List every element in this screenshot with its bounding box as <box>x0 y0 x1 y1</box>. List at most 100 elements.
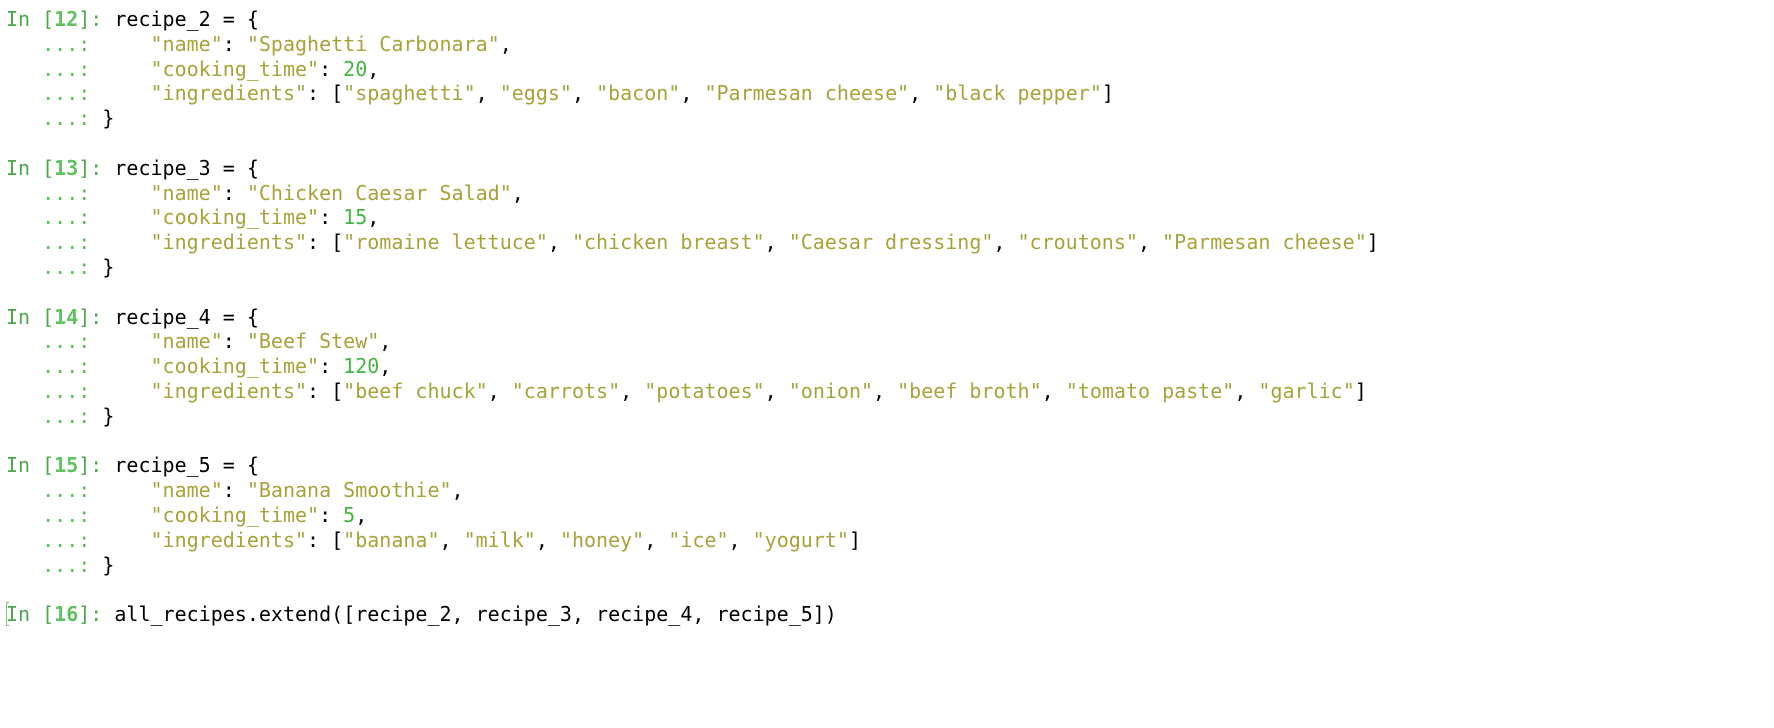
string-literal: "croutons" <box>1017 230 1138 255</box>
prompt-label: In [ <box>6 453 55 478</box>
input-cell[interactable]: In [15]: recipe_5 = { ...: "name": "Bana… <box>6 453 1379 577</box>
punctuation: , <box>1137 230 1163 255</box>
input-cell[interactable]: In [12]: recipe_2 = { ...: "name": "Spag… <box>6 7 1379 131</box>
code-line: ...: } <box>6 553 1379 578</box>
continuation-prompt: ...: <box>6 378 103 403</box>
continuation-prompt: ...: <box>6 502 103 527</box>
string-literal: "Parmesan cheese" <box>1162 230 1367 255</box>
code-line: ...: "ingredients": ["spaghetti", "eggs"… <box>6 81 1379 106</box>
code-text: recipe_3 = { <box>114 155 259 180</box>
punctuation: , <box>680 81 705 106</box>
prompt-close: ]: <box>78 453 115 478</box>
punctuation: : [ <box>307 378 344 403</box>
string-literal: "chicken breast" <box>571 230 765 255</box>
continuation-prompt: ...: <box>6 329 103 354</box>
prompt-number: 16 <box>54 602 79 627</box>
punctuation: , <box>535 527 560 552</box>
number-literal: 5 <box>343 502 356 527</box>
punctuation: , <box>644 527 669 552</box>
input-cell[interactable]: In [16]: all_recipes.extend([recipe_2, r… <box>6 602 1379 627</box>
code-line: ...: "name": "Banana Smoothie", <box>6 478 1379 503</box>
punctuation: , <box>909 81 934 106</box>
punctuation: , <box>499 31 512 56</box>
string-literal: "spaghetti" <box>343 81 476 106</box>
punctuation: , <box>571 81 597 106</box>
punctuation: : [ <box>307 527 344 552</box>
continuation-prompt: ...: <box>6 254 103 279</box>
string-literal: "black pepper" <box>933 81 1102 106</box>
punctuation: , <box>993 230 1018 255</box>
code-line: ...: "name": "Spaghetti Carbonara", <box>6 32 1379 57</box>
prompt-label: In [ <box>6 602 55 627</box>
prompt-label: In [ <box>6 304 55 329</box>
punctuation: : <box>319 354 344 379</box>
punctuation: , <box>873 378 898 403</box>
code-line: ...: } <box>6 255 1379 280</box>
string-literal: "banana" <box>343 527 440 552</box>
code-text: all_recipes.extend([recipe_2, recipe_3, … <box>114 602 837 627</box>
string-literal: "tomato paste" <box>1065 378 1235 403</box>
continuation-prompt: ...: <box>6 205 103 230</box>
punctuation: : <box>222 31 247 56</box>
string-literal: "onion" <box>788 378 874 403</box>
continuation-prompt: ...: <box>6 552 103 577</box>
terminal-window: { "colors": { "background": "#ffffff", "… <box>0 0 1774 728</box>
dict-key: "cooking_time" <box>150 56 320 81</box>
continuation-prompt: ...: <box>6 478 103 503</box>
continuation-prompt: ...: <box>6 527 103 552</box>
prompt-close: ]: <box>78 7 115 31</box>
punctuation: , <box>547 230 572 255</box>
continuation-prompt: ...: <box>6 106 103 131</box>
prompt-number: 13 <box>54 155 79 180</box>
dict-key: "name" <box>150 329 223 354</box>
punctuation: , <box>620 378 645 403</box>
punctuation: , <box>355 502 368 527</box>
dict-key: "ingredients" <box>150 378 308 403</box>
code-line: ...: "cooking_time": 20, <box>6 57 1379 82</box>
code-text: recipe_5 = { <box>114 453 259 478</box>
string-literal: "Banana Smoothie" <box>246 478 452 503</box>
string-literal: "Beef Stew" <box>246 329 380 354</box>
continuation-prompt: ...: <box>6 56 103 81</box>
code-line: ...: } <box>6 106 1379 131</box>
code-line: In [15]: recipe_5 = { <box>6 453 1379 478</box>
string-literal: "garlic" <box>1258 378 1355 403</box>
code-line: ...: } <box>6 404 1379 429</box>
code-line: In [14]: recipe_4 = { <box>6 305 1379 330</box>
code-line: ...: "cooking_time": 5, <box>6 503 1379 528</box>
ipython-console[interactable]: In [12]: recipe_2 = { ...: "name": "Spag… <box>6 7 1379 627</box>
code-line: ...: "ingredients": ["beef chuck", "carr… <box>6 379 1379 404</box>
code-line: ...: "cooking_time": 15, <box>6 205 1379 230</box>
punctuation: , <box>1041 378 1066 403</box>
continuation-prompt: ...: <box>6 180 103 205</box>
punctuation: : <box>222 180 247 205</box>
punctuation: , <box>1234 378 1259 403</box>
punctuation: : <box>319 502 344 527</box>
dict-key: "ingredients" <box>150 527 308 552</box>
code-text: } <box>102 552 115 577</box>
continuation-prompt: ...: <box>6 354 103 379</box>
string-literal: "milk" <box>463 527 536 552</box>
input-cell[interactable]: In [14]: recipe_4 = { ...: "name": "Beef… <box>6 305 1379 429</box>
punctuation: ] <box>848 527 862 552</box>
string-literal: "beef chuck" <box>343 378 488 403</box>
code-text: recipe_2 = { <box>114 7 259 31</box>
continuation-prompt: ...: <box>6 81 103 106</box>
punctuation: , <box>379 354 392 379</box>
dict-key: "cooking_time" <box>150 502 320 527</box>
dict-key: "name" <box>150 478 223 503</box>
dict-key: "cooking_time" <box>150 205 320 230</box>
number-literal: 120 <box>343 354 380 379</box>
input-cell[interactable]: In [13]: recipe_3 = { ...: "name": "Chic… <box>6 156 1379 280</box>
punctuation: , <box>511 180 524 205</box>
prompt-label: In [ <box>6 7 55 31</box>
dict-key: "cooking_time" <box>150 354 320 379</box>
